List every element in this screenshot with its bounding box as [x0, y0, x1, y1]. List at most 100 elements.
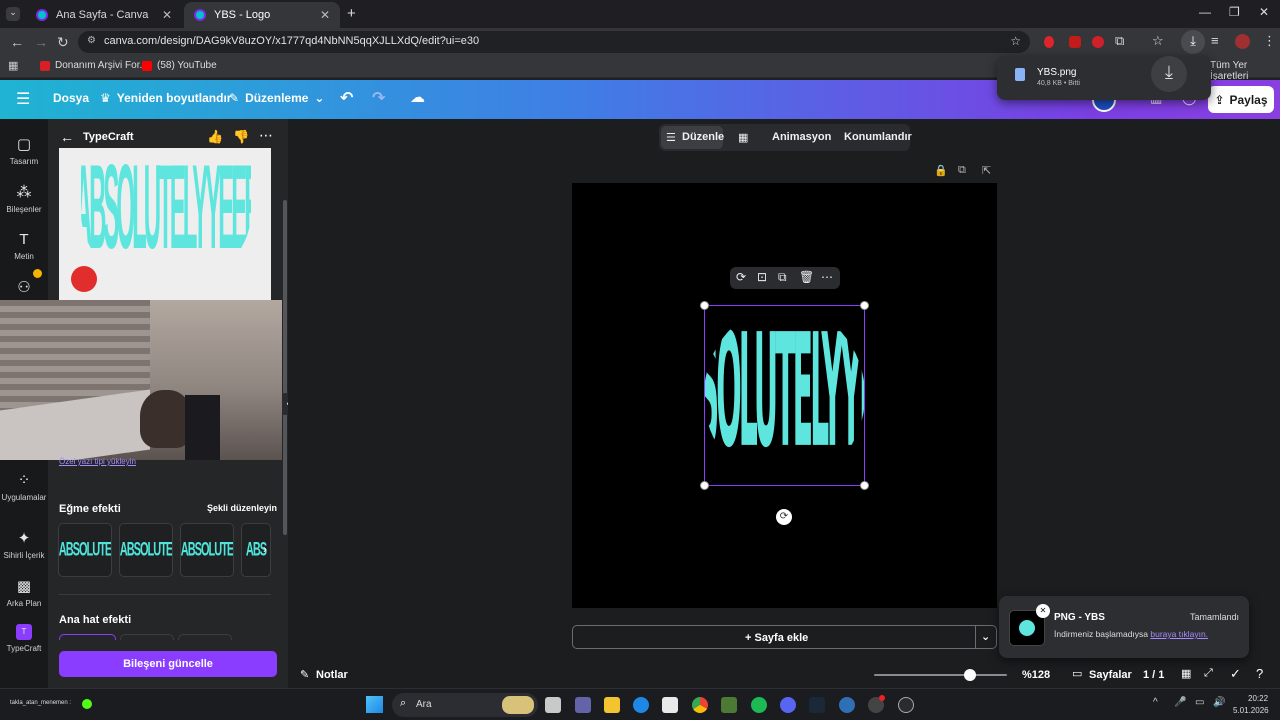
spotify-icon[interactable] [751, 697, 767, 713]
rail-item-brand[interactable]: ⚇ [0, 278, 48, 300]
download-popup[interactable]: YBS.png 40,8 KB • Bitti ⤓ [997, 56, 1211, 100]
zoom-slider-thumb[interactable] [963, 669, 976, 681]
pages-button[interactable]: Sayfalar [1089, 669, 1132, 681]
rail-item-elements[interactable]: ⁂ Bileşenler [0, 183, 48, 214]
outline-effect-card[interactable] [120, 634, 174, 640]
share-button[interactable]: ⇪ Paylaş [1208, 86, 1274, 113]
extension-icon[interactable] [1044, 36, 1054, 48]
download-icon[interactable]: ⤓ [1151, 56, 1187, 92]
trash-icon[interactable]: 🗑 [799, 270, 814, 284]
minimize-icon[interactable]: — [1199, 5, 1211, 19]
lock-icon[interactable]: ⊡ [757, 270, 767, 284]
notes-button[interactable]: Notlar [316, 669, 348, 681]
extension-icon[interactable] [1069, 36, 1081, 48]
close-icon[interactable]: ✕ [1036, 604, 1050, 618]
help-icon[interactable]: ? [1256, 666, 1263, 681]
like-icon[interactable]: 👍 [207, 129, 223, 145]
rail-item-apps[interactable]: ⁘ Uygulamalar [0, 471, 48, 502]
rail-item-typecraft[interactable]: T TypeCraft [0, 624, 48, 653]
undo-icon[interactable]: ↶ [340, 88, 353, 108]
check-icon[interactable]: ✓ [1230, 666, 1241, 682]
cloud-saved-icon[interactable]: ☁ [410, 88, 425, 106]
more-icon[interactable]: ⋯ [259, 127, 273, 144]
zoom-slider[interactable] [874, 669, 1007, 681]
warp-effect-card[interactable]: ABSOLUTE [119, 523, 173, 577]
bookmark-item[interactable]: Donanım Arşivi For... [40, 60, 148, 71]
teams-icon[interactable] [575, 697, 591, 713]
clock-time[interactable]: 20:22 [1248, 694, 1268, 703]
redo-icon[interactable]: ↷ [372, 88, 385, 108]
clock-date[interactable]: 5.01.2026 [1233, 706, 1269, 715]
reload-icon[interactable]: ↻ [57, 34, 69, 51]
animate-button[interactable]: Animasyon [772, 131, 831, 143]
preview-thumbnail[interactable]: ABSOLUTELYYEEE [59, 148, 271, 300]
site-info-icon[interactable]: ⚙ [87, 35, 96, 46]
edge-icon[interactable] [633, 697, 649, 713]
rotate-handle-icon[interactable]: ⟳ [776, 509, 792, 525]
zoom-level[interactable]: %128 [1022, 669, 1050, 681]
add-page-icon[interactable]: ⇱ [982, 164, 991, 177]
update-element-button[interactable]: Bileşeni güncelle [59, 651, 277, 677]
rail-item-magic[interactable]: ✦ Sihirli İçerik [0, 529, 48, 560]
windows-start-icon[interactable] [366, 696, 383, 713]
dislike-icon[interactable]: 👎 [233, 129, 249, 145]
all-bookmarks-label[interactable]: Tüm Yer İşaretleri [1210, 60, 1280, 82]
download-icon[interactable]: ⤓ [1181, 30, 1205, 54]
fullscreen-icon[interactable]: ⤢ [1204, 667, 1213, 680]
task-view-icon[interactable] [545, 697, 561, 713]
outline-effect-card[interactable] [178, 634, 232, 640]
edit-button[interactable]: Düzenle [682, 131, 724, 143]
bookmark-star-icon[interactable]: ☆ [1152, 33, 1164, 49]
resize-handle[interactable] [700, 301, 709, 310]
rotate-icon[interactable]: ⟳ [736, 270, 746, 284]
panel-scrollbar[interactable] [283, 200, 287, 535]
add-page-button[interactable]: + Sayfa ekle ⌄ [572, 625, 997, 649]
download-filename[interactable]: YBS.png [1037, 67, 1076, 78]
rail-item-design[interactable]: ▢ Tasarım [0, 135, 48, 166]
volume-icon[interactable]: 🔊 [1213, 697, 1225, 708]
file-menu[interactable]: Dosya [53, 91, 89, 105]
resize-handle[interactable] [860, 301, 869, 310]
lock-icon[interactable]: 🔒 [934, 164, 948, 177]
rail-item-background[interactable]: ▩ Arka Plan [0, 577, 48, 608]
tab-ybs-logo[interactable]: YBS - Logo ✕ [184, 2, 340, 28]
resize-button[interactable]: ♛ Yeniden boyutlandır [100, 91, 231, 105]
outline-effect-card[interactable] [59, 634, 116, 640]
file-explorer-icon[interactable] [604, 697, 620, 713]
extension-icon[interactable] [1092, 36, 1104, 48]
hamburger-icon[interactable]: ☰ [16, 89, 30, 109]
store-icon[interactable] [662, 697, 678, 713]
avatar[interactable] [1235, 34, 1250, 49]
media-icon[interactable]: ≡ [1211, 33, 1219, 48]
menu-icon[interactable]: ⋮ [1263, 33, 1276, 49]
duplicate-icon[interactable]: ⧉ [778, 270, 787, 285]
close-icon[interactable]: ✕ [320, 8, 330, 22]
apps-grid-icon[interactable]: ▦ [8, 59, 18, 72]
forward-icon[interactable]: → [34, 34, 48, 50]
grid-view-icon[interactable]: ▦ [1181, 667, 1191, 680]
more-icon[interactable]: ⋯ [821, 270, 833, 284]
close-icon[interactable]: ✕ [162, 8, 172, 22]
new-tab-icon[interactable]: + [347, 5, 356, 22]
warp-effect-card[interactable]: ABSOLUTE [58, 523, 112, 577]
resize-handle[interactable] [860, 481, 869, 490]
chevron-up-icon[interactable]: ^ [1153, 697, 1158, 708]
warp-effect-card[interactable]: ABSOLUTE [180, 523, 234, 577]
tab-ana-sayfa[interactable]: Ana Sayfa - Canva ✕ [26, 2, 182, 28]
chevron-down-icon[interactable]: ⌄ [981, 630, 990, 643]
back-icon[interactable]: ← [10, 34, 24, 50]
maximize-icon[interactable]: ❐ [1229, 5, 1240, 19]
minecraft-icon[interactable] [721, 697, 737, 713]
url-input[interactable]: ⚙ canva.com/design/DAG9kV8uzOY/x1777qd4N… [78, 31, 1030, 53]
tab-search-icon[interactable]: ⌄ [6, 7, 20, 21]
transparency-icon[interactable]: ▦ [738, 131, 748, 144]
extensions-icon[interactable]: ⧉ [1115, 33, 1124, 49]
star-icon[interactable]: ☆ [1010, 34, 1021, 48]
chevron-right-icon[interactable]: › [263, 542, 267, 556]
edit-shape-link[interactable]: Şekli düzenleyin [207, 503, 277, 513]
app-icon[interactable] [898, 697, 914, 713]
microphone-icon[interactable]: 🎤 [1174, 697, 1186, 708]
steam-icon[interactable] [809, 697, 825, 713]
network-icon[interactable]: ▭ [1195, 697, 1204, 708]
chrome-icon[interactable] [692, 697, 708, 713]
